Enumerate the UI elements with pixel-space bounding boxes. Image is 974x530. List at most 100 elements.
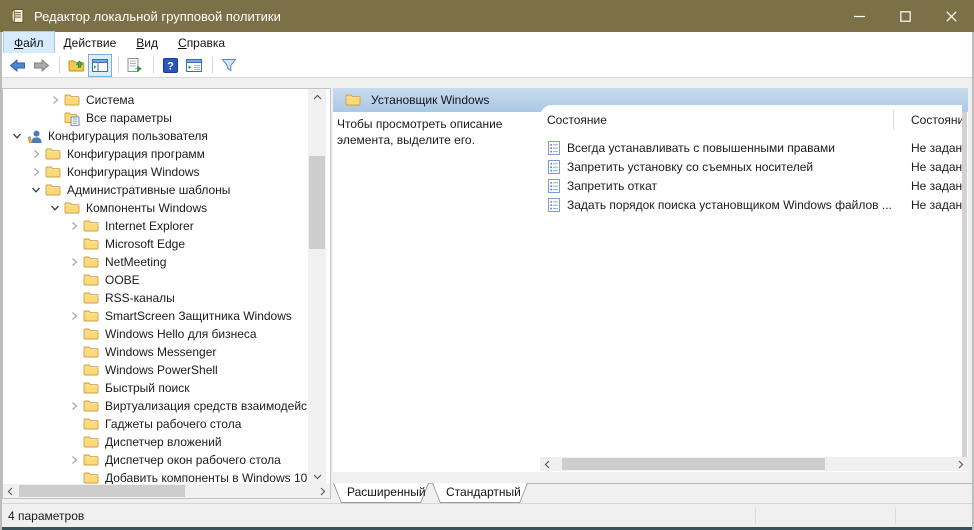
tree-item-dwm[interactable]: Диспетчер окон рабочего стола — [3, 451, 308, 469]
tree-item-virtualization[interactable]: Виртуализация средств взаимодейс — [3, 397, 308, 415]
tree-item-user-configuration[interactable]: Конфигурация пользователя — [3, 127, 308, 145]
menu-action[interactable]: Действие — [54, 32, 127, 53]
toolbar-separator — [59, 57, 60, 73]
filter-button[interactable] — [218, 55, 240, 76]
maximize-button[interactable] — [882, 0, 928, 32]
tree-item-rss[interactable]: RSS-каналы — [3, 289, 308, 307]
svg-text:?: ? — [167, 60, 174, 72]
forward-button[interactable] — [30, 55, 52, 76]
chevron-right-icon[interactable] — [64, 401, 83, 411]
tree-item-software-config[interactable]: Конфигурация программ — [3, 145, 308, 163]
tree-item-add-features[interactable]: Добавить компоненты в Windows 10 — [3, 469, 308, 485]
tree-item-sistema[interactable]: Система — [3, 91, 308, 109]
policy-name: Запретить откат — [567, 179, 657, 193]
tree-item-attachment-manager[interactable]: Диспетчер вложений — [3, 433, 308, 451]
tree-item-desktop-gadgets[interactable]: Гаджеты рабочего стола — [3, 415, 308, 433]
tree-item-label: Windows PowerShell — [105, 363, 218, 377]
tree-item-admin-templates[interactable]: Административные шаблоны — [3, 181, 308, 199]
status-bar: 4 параметров — [0, 503, 974, 527]
tree-item-oobe[interactable]: OOBE — [3, 271, 308, 289]
chevron-right-icon[interactable] — [26, 167, 45, 177]
filter-icon — [221, 58, 237, 72]
scroll-left-icon[interactable] — [3, 484, 17, 498]
help-button[interactable]: ? — [159, 55, 181, 76]
tree-item-vse-parametry[interactable]: Все параметры — [3, 109, 308, 127]
policy-name: Задать порядок поиска установщиком Windo… — [567, 198, 892, 212]
tree-item-windows-components[interactable]: Компоненты Windows — [3, 199, 308, 217]
policy-row[interactable]: Задать порядок поиска установщиком Windo… — [540, 195, 962, 214]
menu-help[interactable]: Справка — [168, 32, 235, 53]
policy-setting-icon — [548, 179, 561, 193]
chevron-right-icon[interactable] — [64, 257, 83, 267]
column-divider[interactable] — [893, 110, 894, 130]
tree-item-netmeeting[interactable]: NetMeeting — [3, 253, 308, 271]
tree-item-smartscreen[interactable]: SmartScreen Защитника Windows — [3, 307, 308, 325]
scroll-right-icon[interactable] — [316, 484, 330, 498]
tab-extended-label: Расширенный — [333, 483, 429, 502]
tree-vertical-scrollbar[interactable] — [308, 89, 326, 485]
tab-extended[interactable]: Расширенный — [333, 483, 429, 503]
minimize-button[interactable] — [836, 0, 882, 32]
show-window-button[interactable] — [183, 55, 205, 76]
console-tree-icon — [92, 59, 108, 72]
details-horizontal-scrollbar-thumb[interactable] — [562, 458, 825, 470]
tree-item-label: Добавить компоненты в Windows 10 — [105, 471, 307, 485]
menu-file[interactable]: Файл — [4, 32, 54, 53]
tree-item-label: Microsoft Edge — [105, 237, 185, 251]
chevron-down-icon[interactable] — [26, 185, 45, 195]
folder-icon — [345, 93, 361, 107]
tree-horizontal-scrollbar-thumb[interactable] — [19, 485, 185, 497]
chevron-right-icon[interactable] — [45, 95, 64, 105]
export-list-button[interactable] — [124, 55, 146, 76]
tree-item-windows-config[interactable]: Конфигурация Windows — [3, 163, 308, 181]
scroll-up-icon[interactable] — [310, 90, 324, 104]
all-settings-icon — [64, 111, 86, 126]
tree-item-label: Все параметры — [86, 111, 172, 125]
tree-vertical-scrollbar-thumb[interactable] — [309, 156, 325, 249]
close-button[interactable] — [928, 0, 974, 32]
menu-view[interactable]: Вид — [126, 32, 168, 53]
tree-horizontal-scrollbar[interactable] — [3, 484, 330, 498]
folder-icon — [83, 327, 105, 341]
selected-node-title: Установщик Windows — [371, 93, 489, 107]
folder-icon — [83, 399, 105, 413]
app-window: Редактор локальной групповой политики Фа… — [0, 0, 974, 530]
column-header-setting[interactable]: Состояние — [547, 113, 607, 127]
scroll-right-icon[interactable] — [954, 457, 968, 471]
tree-item-windows-messenger[interactable]: Windows Messenger — [3, 343, 308, 361]
folder-icon — [64, 93, 86, 107]
scroll-left-icon[interactable] — [540, 457, 554, 471]
tree-item-label: RSS-каналы — [105, 291, 175, 305]
tree-item-quick-search[interactable]: Быстрый поиск — [3, 379, 308, 397]
column-header-state[interactable]: Состояние — [911, 113, 962, 127]
policy-row[interactable]: Всегда устанавливать с повышенными права… — [540, 138, 962, 157]
back-button[interactable] — [6, 55, 28, 76]
list-right-edge — [962, 112, 967, 457]
policy-setting-icon — [548, 160, 561, 174]
tab-standard[interactable]: Стандартный — [432, 483, 528, 503]
toolbar-separator — [212, 57, 213, 73]
chevron-right-icon[interactable] — [64, 221, 83, 231]
chevron-down-icon[interactable] — [7, 131, 26, 141]
policy-row[interactable]: Запретить установку со съемных носителей… — [540, 157, 962, 176]
chevron-right-icon[interactable] — [64, 311, 83, 321]
tree-item-microsoft-edge[interactable]: Microsoft Edge — [3, 235, 308, 253]
details-horizontal-scrollbar[interactable] — [540, 457, 968, 471]
up-one-level-button[interactable] — [65, 55, 87, 76]
chevron-down-icon[interactable] — [45, 203, 64, 213]
folder-icon — [83, 453, 105, 467]
policy-row[interactable]: Запретить откат Не задана — [540, 176, 962, 195]
scroll-down-icon[interactable] — [310, 470, 324, 484]
console-tree-panel: Система Все параметры Конфигурация польз… — [2, 88, 331, 499]
view-tabs: Расширенный Стандартный — [333, 483, 531, 503]
show-console-tree-button[interactable] — [89, 55, 111, 76]
tree-item-internet-explorer[interactable]: Internet Explorer — [3, 217, 308, 235]
chevron-right-icon[interactable] — [26, 149, 45, 159]
policy-state: Не задана — [911, 141, 962, 155]
folder-icon — [83, 273, 105, 287]
chevron-right-icon[interactable] — [64, 455, 83, 465]
tree-item-label: Система — [86, 93, 134, 107]
show-window-icon — [186, 59, 202, 72]
tree-item-powershell[interactable]: Windows PowerShell — [3, 361, 308, 379]
tree-item-windows-hello[interactable]: Windows Hello для бизнеса — [3, 325, 308, 343]
